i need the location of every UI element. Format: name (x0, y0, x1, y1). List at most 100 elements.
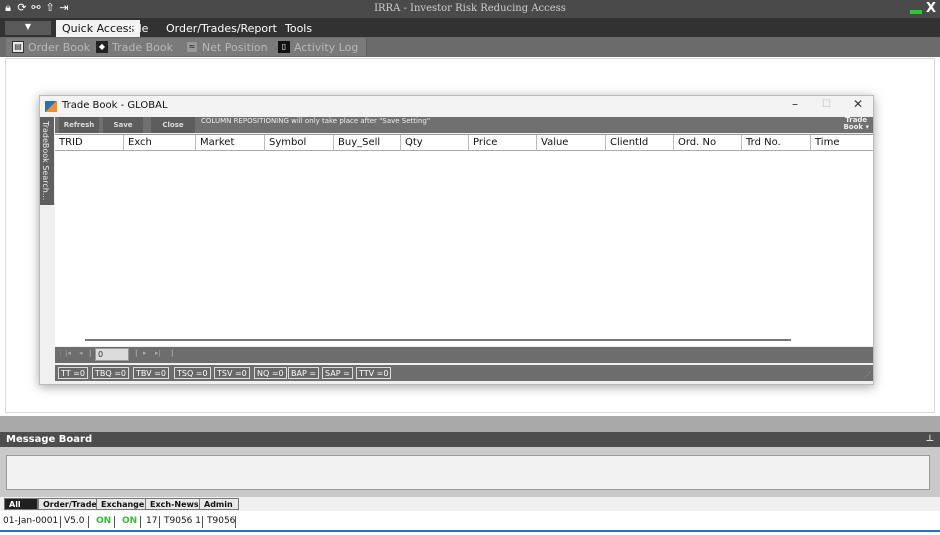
message-board-area (0, 447, 940, 497)
summary-bar: TT =0 TBQ =0 TBV =0 TSQ =0 TSV =0 NQ =0 … (55, 365, 873, 381)
pager-separator-2: | (135, 349, 138, 357)
status-separator (159, 516, 160, 528)
menu-bar: ▼ Quick Access File Order/Trades/Report … (0, 18, 940, 37)
status-on-2: ON (122, 516, 138, 526)
status-user-1: T9056 1 (164, 516, 201, 526)
position-icon: ≈ (186, 41, 198, 53)
message-board-content[interactable] (6, 455, 930, 490)
trade-book-dropdown-line2: Book ▾ (843, 123, 869, 131)
status-version: V5.0 (64, 516, 85, 526)
tab-all[interactable]: All (4, 498, 38, 510)
minimize-icon[interactable]: – (792, 97, 798, 111)
summary-sap: SAP = (322, 367, 353, 379)
column-header-trid[interactable]: TRID (55, 135, 124, 151)
summary-tbv: TBV =0 (133, 367, 169, 379)
column-header-symbol[interactable]: Symbol (265, 135, 334, 151)
last-page-icon[interactable]: ▸| (155, 349, 161, 357)
save-button[interactable]: Save (103, 117, 143, 133)
refresh-button[interactable]: Refresh (59, 117, 99, 133)
menu-tools[interactable]: Tools (279, 20, 318, 37)
trade-book-grid: TRID Exch Market Symbol Buy_Sell Qty Pri… (55, 134, 873, 346)
status-separator (88, 516, 89, 528)
summary-tbq: TBQ =0 (92, 367, 130, 379)
column-header-value[interactable]: Value (537, 135, 606, 151)
workspace-footer-strip (0, 416, 940, 432)
tradebook-search-label: TradeBook Search... (41, 121, 50, 201)
first-page-icon[interactable]: |◂ (65, 349, 71, 357)
resize-grip-icon[interactable]: ⋰ (864, 371, 871, 379)
summary-tsq: TSQ =0 (174, 367, 211, 379)
prev-page-icon[interactable]: ◂ (79, 349, 83, 357)
summary-ttv: TTV =0 (356, 367, 392, 379)
status-date: 01-Jan-0001 (3, 516, 59, 526)
pager-grip-icon: ⋮ (57, 349, 64, 357)
close-icon[interactable]: ✕ (853, 97, 863, 111)
order-book-button[interactable]: ▤ Order Book (6, 38, 100, 56)
status-separator (235, 516, 236, 528)
tradebook-search-tab[interactable]: TradeBook Search... (40, 117, 54, 205)
grid-header: TRID Exch Market Symbol Buy_Sell Qty Pri… (55, 135, 873, 151)
summary-tt: TT =0 (58, 367, 88, 379)
column-header-buy-sell[interactable]: Buy_Sell (334, 135, 401, 151)
status-separator (60, 516, 61, 528)
tab-exchange[interactable]: Exchange (96, 498, 150, 510)
trade-book-titlebar[interactable]: Trade Book - GLOBAL – ☐ ✕ (40, 96, 873, 116)
column-header-price[interactable]: Price (469, 135, 537, 151)
page-number-input[interactable]: 0 (95, 348, 129, 361)
tab-admin[interactable]: Admin (199, 498, 239, 510)
window-controls: X (909, 1, 936, 16)
summary-nq: NQ =0 (254, 367, 287, 379)
pager-separator: | (89, 349, 92, 357)
log-icon: ▯ (278, 41, 290, 53)
status-separator (114, 516, 115, 528)
app-menu-button[interactable]: ▼ (5, 21, 51, 35)
activity-log-button[interactable]: ▯ Activity Log (272, 38, 368, 56)
clipboard-icon: ▤ (12, 41, 24, 53)
message-board-header: Message Board ⊥ (0, 432, 940, 447)
column-header-time[interactable]: Time (811, 135, 873, 151)
close-button[interactable]: Close (151, 117, 195, 133)
net-position-label: Net Position (202, 40, 268, 54)
menu-file[interactable]: File (124, 20, 154, 37)
pin-icon[interactable]: ⊥ (926, 432, 934, 447)
window-titlebar: 🔒︎ ⟳ ⚯ ⇧ ⇥ IRRA - Investor Risk Reducing… (0, 0, 940, 18)
tab-order-trade[interactable]: Order/Trade (38, 498, 102, 510)
pager-separator-3: | (171, 349, 174, 357)
column-header-trd-no[interactable]: Trd No. (742, 135, 811, 151)
message-board-tabs: All Order/Trade Exchange Exch-News Admin (0, 497, 940, 511)
tradebook-window-icon (45, 101, 57, 112)
column-header-exch[interactable]: Exch (124, 135, 196, 151)
net-position-button[interactable]: ≈ Net Position (180, 38, 277, 56)
order-book-label: Order Book (28, 40, 91, 54)
book-icon: ◆ (96, 41, 108, 53)
trade-book-label: Trade Book (112, 40, 173, 54)
app-title: IRRA - Investor Risk Reducing Access (374, 3, 566, 14)
activity-log-label: Activity Log (294, 40, 359, 54)
summary-bap: BAP = (288, 367, 320, 379)
menu-order-trades-report[interactable]: Order/Trades/Report (160, 20, 283, 37)
next-page-icon[interactable]: ▸ (143, 349, 147, 357)
tradebook-toolbar: Refresh Save Close COLUMN REPOSITIONING … (55, 117, 873, 133)
tab-exch-news[interactable]: Exch-News (145, 498, 204, 510)
status-separator (202, 516, 203, 528)
column-header-clientid[interactable]: ClientId (606, 135, 674, 151)
column-header-qty[interactable]: Qty (401, 135, 469, 151)
trade-book-title: Trade Book - GLOBAL (62, 100, 168, 111)
minimize-button[interactable] (909, 9, 922, 14)
close-button[interactable]: X (926, 1, 936, 16)
status-bar: 01-Jan-0001 V5.0 ON ON 17 T9056 1 T9056 (0, 513, 940, 532)
column-header-ord-no[interactable]: Ord. No (674, 135, 742, 151)
status-count: 17 (146, 516, 158, 526)
horizontal-scrollbar[interactable] (85, 339, 791, 341)
status-separator (140, 516, 141, 528)
trade-book-dropdown[interactable]: Trade Book ▾ (843, 117, 869, 131)
summary-tsv: TSV =0 (214, 367, 250, 379)
trade-book-button[interactable]: ◆ Trade Book (90, 38, 182, 56)
quick-access-toolbar: ▤ Order Book ◆ Trade Book ≈ Net Position… (0, 37, 940, 57)
status-user-2: T9056 (207, 516, 236, 526)
status-on-1: ON (96, 516, 112, 526)
message-board-title: Message Board (6, 434, 93, 445)
column-header-market[interactable]: Market (196, 135, 265, 151)
maximize-icon[interactable]: ☐ (822, 99, 831, 110)
pager-bar: ⋮ |◂ ◂ | 0 | ▸ ▸| | (55, 347, 873, 363)
